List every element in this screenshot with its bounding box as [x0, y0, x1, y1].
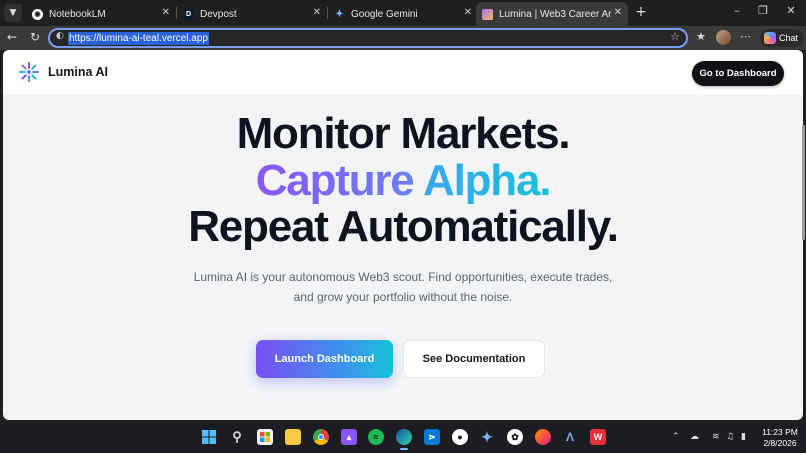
more-options-icon[interactable]: ⋯: [740, 30, 751, 43]
show-hidden-icons-icon[interactable]: ⌃: [672, 432, 680, 442]
page-viewport: Lumina AI Go to Dashboard Monitor Market…: [3, 50, 803, 420]
devpost-icon: D: [183, 8, 194, 20]
close-tab-icon[interactable]: ✕: [464, 7, 472, 18]
headline-alpha: Alpha.: [423, 156, 551, 205]
new-tab-button[interactable]: +: [634, 4, 648, 20]
headline-line-3: Repeat Automatically.: [188, 202, 619, 251]
url-text[interactable]: https://lumina-ai-teal.vercel.app: [68, 32, 209, 45]
close-window-button[interactable]: ✕: [784, 4, 798, 17]
close-tab-icon[interactable]: ✕: [614, 7, 622, 18]
tab-notebooklm[interactable]: ◉ NotebookLM ✕: [26, 2, 176, 26]
store-icon[interactable]: [257, 429, 273, 445]
site-header: Lumina AI Go to Dashboard: [3, 50, 803, 95]
see-documentation-button[interactable]: See Documentation: [403, 340, 545, 378]
reload-button[interactable]: ↻: [28, 30, 42, 44]
page-scrollbar[interactable]: [802, 125, 805, 240]
wps-icon[interactable]: W: [590, 429, 606, 445]
copilot-icon: [764, 32, 776, 44]
clock-time: 11:23 PM: [762, 427, 798, 437]
headline-line-2: Capture Alpha.: [3, 157, 803, 205]
avatar[interactable]: [716, 30, 731, 45]
vscode-icon[interactable]: ⋗: [424, 429, 440, 445]
address-bar[interactable]: ◐ https://lumina-ai-teal.vercel.app ☆: [48, 28, 688, 48]
browser-toolbar: ← ↻ ◐ https://lumina-ai-teal.vercel.app …: [0, 26, 806, 50]
tab-strip: ▼ ◉ NotebookLM ✕ D Devpost ✕ ✦ Google Ge…: [0, 0, 806, 26]
lumina-icon: [482, 8, 493, 20]
favorites-icon[interactable]: ★: [696, 30, 706, 43]
go-to-dashboard-button[interactable]: Go to Dashboard: [692, 61, 784, 86]
lumina-logo-icon: [19, 62, 39, 82]
wifi-icon[interactable]: ≋: [712, 432, 720, 442]
reload-icon: ↻: [29, 30, 41, 44]
taskbar: ⚲ ▴ ≈ ⋗ ● ✦ ✿ Λ W ⌃ ☁ ≋ ♫ ▮ 11:23 PM 2/8…: [0, 423, 806, 453]
copilot-chat-button[interactable]: Chat: [760, 29, 804, 47]
hero-subtitle: Lumina AI is your autonomous Web3 scout.…: [193, 270, 613, 304]
github-icon[interactable]: ●: [452, 429, 468, 445]
plus-icon: +: [635, 4, 647, 20]
headline-capture: Capture: [255, 156, 415, 205]
minimize-button[interactable]: –: [730, 4, 744, 17]
volume-icon[interactable]: ♫: [726, 432, 734, 442]
notebooklm-icon: ◉: [32, 8, 43, 20]
tab-lumina[interactable]: Lumina | Web3 Career Architect ✕: [476, 2, 628, 26]
chevron-down-icon: ▼: [9, 8, 17, 18]
chrome-icon[interactable]: [313, 429, 329, 445]
brand-name[interactable]: Lumina AI: [48, 65, 108, 79]
system-clock[interactable]: 11:23 PM 2/8/2026: [758, 427, 802, 449]
headline-line-1: Monitor Markets.: [236, 109, 571, 158]
notion-icon[interactable]: ▴: [341, 429, 357, 445]
file-explorer-icon[interactable]: [285, 429, 301, 445]
clock-date: 2/8/2026: [763, 438, 797, 448]
launch-dashboard-button[interactable]: Launch Dashboard: [256, 340, 393, 378]
firefox-icon[interactable]: [535, 429, 551, 445]
back-arrow-icon: ←: [6, 30, 18, 44]
arc-icon[interactable]: Λ: [562, 429, 578, 445]
tab-actions-menu[interactable]: ▼: [4, 4, 22, 22]
site-info-icon[interactable]: ◐: [56, 31, 64, 41]
openai-icon[interactable]: ✿: [507, 429, 523, 445]
onedrive-icon[interactable]: ☁: [690, 432, 699, 442]
restore-button[interactable]: ❐: [756, 4, 770, 17]
search-icon[interactable]: ⚲: [229, 429, 245, 445]
back-button[interactable]: ←: [5, 30, 19, 44]
tab-google-gemini[interactable]: ✦ Google Gemini ✕: [328, 2, 478, 26]
spotify-icon[interactable]: ≈: [368, 429, 384, 445]
windows-start-icon[interactable]: [201, 429, 217, 445]
battery-icon[interactable]: ▮: [741, 432, 746, 442]
gemini-icon: ✦: [335, 8, 344, 20]
edge-icon[interactable]: [396, 429, 412, 450]
close-tab-icon[interactable]: ✕: [313, 7, 321, 18]
gemini-icon[interactable]: ✦: [479, 429, 495, 445]
close-tab-icon[interactable]: ✕: [162, 7, 170, 18]
tab-devpost[interactable]: D Devpost ✕: [177, 2, 327, 26]
favorite-star-icon[interactable]: ☆: [670, 30, 680, 43]
